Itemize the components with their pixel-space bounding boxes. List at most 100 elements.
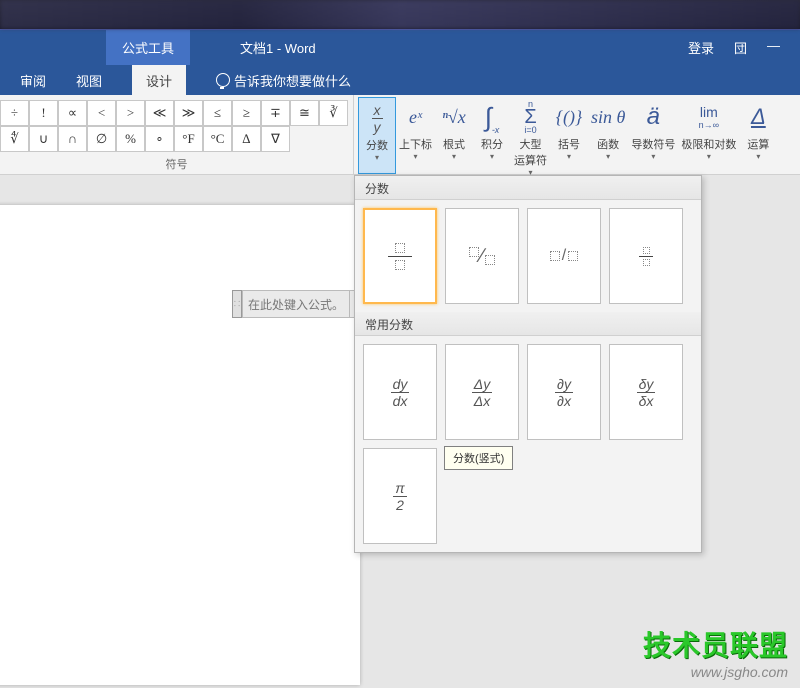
- structure-label: 大型运算符: [514, 136, 547, 168]
- script-icon: eˣ: [409, 99, 422, 135]
- symbol-cell[interactable]: ∪: [29, 126, 58, 152]
- summation-icon: nΣi=0: [524, 99, 536, 135]
- bracket-icon: {()}: [556, 99, 582, 135]
- structure-label: 运算: [747, 136, 769, 152]
- contextual-tab-equation-tools[interactable]: 公式工具: [106, 30, 190, 65]
- structure-label: 括号: [558, 136, 580, 152]
- symbol-cell[interactable]: ≪: [145, 100, 174, 126]
- structure-summation-button[interactable]: nΣi=0大型运算符▾: [511, 97, 550, 174]
- chevron-down-icon: ▾: [651, 152, 655, 161]
- symbol-cell[interactable]: ∅: [87, 126, 116, 152]
- tab-view[interactable]: 视图: [76, 71, 102, 90]
- chevron-down-icon: ▾: [413, 152, 417, 161]
- tab-review[interactable]: 审阅: [20, 71, 46, 90]
- symbol-cell[interactable]: >: [116, 100, 145, 126]
- symbol-cell[interactable]: °C: [203, 126, 232, 152]
- symbol-cell[interactable]: °F: [174, 126, 203, 152]
- common-fraction-section-header: 常用分数: [355, 312, 701, 336]
- equation-input[interactable]: 在此处键入公式。: [242, 290, 350, 318]
- integral-icon: ∫-x: [485, 99, 500, 135]
- tell-me-search[interactable]: 告诉我你想要做什么: [216, 71, 351, 90]
- title-tab-row: 公式工具 文档1 - Word 登录 団 —: [0, 30, 800, 65]
- ribbon-display-options-icon[interactable]: 団: [734, 38, 747, 57]
- fraction-template-grid: ∕/: [355, 200, 701, 312]
- symbol-cell[interactable]: ∜: [0, 126, 29, 152]
- operator-icon: Δ: [751, 99, 766, 135]
- fraction-gallery-menu: 分数 ∕/ 常用分数 dydxΔyΔx∂y∂xδyδx π2: [354, 175, 702, 553]
- titlebar-blurred-apps: [0, 0, 800, 29]
- watermark-url: www.jsgho.com: [643, 664, 788, 680]
- structure-integral-button[interactable]: ∫-x积分▾: [473, 97, 511, 174]
- symbol-cell[interactable]: !: [29, 100, 58, 126]
- symbols-group: ÷!∝<>≪≫≤≥∓≅∛ ∜∪∩∅%∘°F°C∆∇ 符号: [0, 95, 354, 174]
- symbol-cell[interactable]: ∘: [145, 126, 174, 152]
- page[interactable]: [0, 205, 360, 685]
- symbol-grid: ÷!∝<>≪≫≤≥∓≅∛ ∜∪∩∅%∘°F°C∆∇: [0, 95, 353, 152]
- structure-limit-button[interactable]: limn→∞极限和对数▾: [678, 97, 739, 174]
- symbol-cell[interactable]: ∩: [58, 126, 87, 152]
- symbol-cell[interactable]: ≤: [203, 100, 232, 126]
- structure-label: 分数: [366, 137, 388, 153]
- fraction-template-stacked[interactable]: [363, 208, 437, 304]
- common-fraction[interactable]: δyδx: [609, 344, 683, 440]
- symbol-cell[interactable]: ≫: [174, 100, 203, 126]
- tab-design[interactable]: 设计: [132, 65, 186, 95]
- common-fraction[interactable]: dydx: [363, 344, 437, 440]
- common-fraction[interactable]: ΔyΔx: [445, 344, 519, 440]
- structure-operator-button[interactable]: Δ运算▾: [739, 97, 777, 174]
- ribbon-tab-strip: 审阅 视图 设计 告诉我你想要做什么: [0, 65, 800, 95]
- symbol-cell[interactable]: ∆: [232, 126, 261, 152]
- document-title: 文档1 - Word: [240, 38, 316, 65]
- radical-icon: ⁿ√x: [442, 99, 466, 135]
- minimize-icon[interactable]: —: [767, 38, 780, 57]
- chevron-down-icon: ▾: [707, 152, 711, 161]
- symbol-cell[interactable]: ∛: [319, 100, 348, 126]
- common-fraction[interactable]: π2: [363, 448, 437, 544]
- structure-script-button[interactable]: eˣ上下标▾: [396, 97, 435, 174]
- symbol-cell[interactable]: ∓: [261, 100, 290, 126]
- fraction-template-linear[interactable]: /: [527, 208, 601, 304]
- ribbon-content: ÷!∝<>≪≫≤≥∓≅∛∜∪∩∅%∘°F°C∆∇ 符号 xy分数▾eˣ上下标▾ⁿ…: [0, 95, 800, 175]
- chevron-down-icon: ▾: [490, 152, 494, 161]
- symbol-cell[interactable]: ÷: [0, 100, 29, 126]
- common-fraction-grid: dydxΔyΔx∂y∂xδyδx π2: [355, 336, 701, 552]
- structure-accent-button[interactable]: ä导数符号▾: [628, 97, 678, 174]
- symbol-cell[interactable]: ≅: [290, 100, 319, 126]
- watermark-text: 技术员联盟: [643, 624, 788, 664]
- symbol-cell[interactable]: <: [87, 100, 116, 126]
- tooltip: 分数(竖式): [444, 446, 513, 470]
- lightbulb-icon: [216, 73, 230, 87]
- structure-bracket-button[interactable]: {()}括号▾: [550, 97, 588, 174]
- chevron-down-icon: ▾: [452, 152, 456, 161]
- chevron-down-icon: ▾: [567, 152, 571, 161]
- structure-fraction-button[interactable]: xy分数▾: [358, 97, 396, 174]
- tell-me-label: 告诉我你想要做什么: [234, 71, 351, 90]
- accent-icon: ä: [647, 99, 660, 135]
- structure-label: 导数符号: [631, 136, 675, 152]
- function-icon: sin θ: [591, 99, 625, 135]
- common-fraction[interactable]: ∂y∂x: [527, 344, 601, 440]
- symbol-cell[interactable]: ∝: [58, 100, 87, 126]
- fraction-icon: xy: [372, 100, 383, 136]
- structure-label: 积分: [481, 136, 503, 152]
- symbol-cell[interactable]: %: [116, 126, 145, 152]
- structure-label: 根式: [443, 136, 465, 152]
- login-link[interactable]: 登录: [688, 38, 714, 57]
- chevron-down-icon: ▾: [606, 152, 610, 161]
- fraction-template-small[interactable]: [609, 208, 683, 304]
- structure-label: 函数: [597, 136, 619, 152]
- window-titlebar: [0, 0, 800, 30]
- fraction-template-skewed[interactable]: ∕: [445, 208, 519, 304]
- symbol-cell[interactable]: ∇: [261, 126, 290, 152]
- symbols-group-label: 符号: [166, 156, 188, 172]
- structure-label: 上下标: [399, 136, 432, 152]
- equation-placeholder[interactable]: ⸬ 在此处键入公式。 ▼: [232, 290, 364, 318]
- symbol-cell[interactable]: ≥: [232, 100, 261, 126]
- equation-handle-icon[interactable]: ⸬: [232, 290, 242, 318]
- chevron-down-icon: ▾: [375, 153, 379, 162]
- fraction-section-header: 分数: [355, 176, 701, 200]
- structures-group: xy分数▾eˣ上下标▾ⁿ√x根式▾∫-x积分▾nΣi=0大型运算符▾{()}括号…: [354, 95, 777, 174]
- structure-function-button[interactable]: sin θ函数▾: [588, 97, 628, 174]
- chevron-down-icon: ▾: [756, 152, 760, 161]
- structure-radical-button[interactable]: ⁿ√x根式▾: [435, 97, 473, 174]
